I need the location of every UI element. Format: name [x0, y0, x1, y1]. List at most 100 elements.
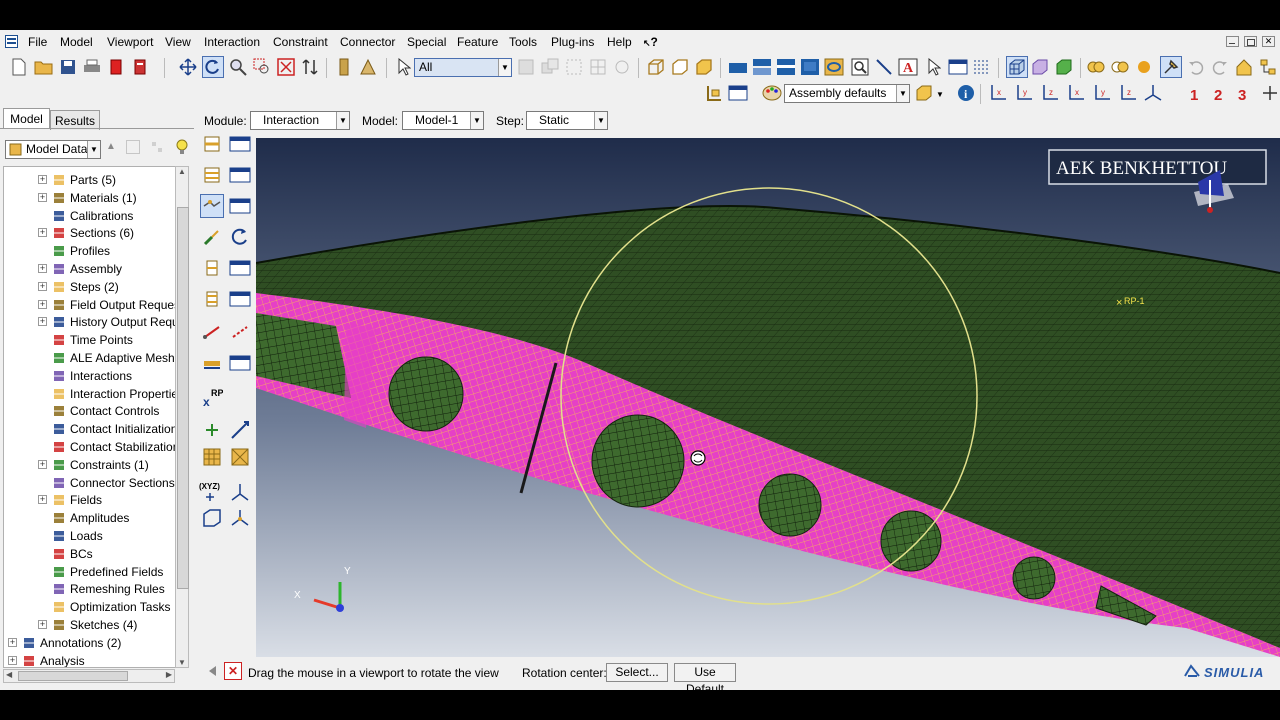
transform-icon[interactable]: [228, 506, 252, 530]
menu-help[interactable]: Help: [607, 35, 632, 49]
csys-triad-icon[interactable]: [228, 480, 252, 504]
connector-section-manager-icon[interactable]: [228, 351, 252, 375]
select-entity-icon[interactable]: [516, 57, 536, 77]
undo-icon[interactable]: [1186, 57, 1206, 77]
step-combo[interactable]: Static ▼: [526, 111, 608, 130]
cancel-icon[interactable]: ✕: [224, 662, 242, 680]
color-code-combo[interactable]: Assembly defaults ▼: [784, 84, 910, 103]
viewport[interactable]: × RP-1 Y X AEK BENKHETTOU: [256, 138, 1280, 657]
use-default-button[interactable]: Use Default: [674, 663, 736, 690]
create-wire-feature-icon[interactable]: [228, 320, 252, 344]
view-yx-icon[interactable]: y: [1014, 83, 1034, 103]
job-submit-icon[interactable]: [106, 57, 126, 77]
view-custom-icon[interactable]: [1260, 83, 1280, 103]
pick-tool-icon[interactable]: [1160, 56, 1182, 78]
select-mesh-icon[interactable]: [588, 57, 608, 77]
expand-icon[interactable]: +: [38, 317, 47, 327]
auto-fit-icon[interactable]: [276, 57, 296, 77]
expand-icon[interactable]: +: [38, 459, 47, 469]
menu-feature[interactable]: Feature: [457, 35, 498, 49]
viewport-canvas[interactable]: × RP-1 Y X AEK BENKHETTOU: [256, 138, 1280, 657]
tree-item[interactable]: Time Points: [4, 331, 176, 349]
create-constraint-icon[interactable]: [200, 256, 224, 280]
tree-item[interactable]: Predefined Fields: [4, 563, 176, 581]
minimize-icon[interactable]: [1226, 36, 1239, 47]
tree-item[interactable]: + Materials (1): [4, 189, 176, 207]
select-drag-icon[interactable]: [612, 57, 632, 77]
tree-item[interactable]: + Constraints (1): [4, 456, 176, 474]
tab-model[interactable]: Model: [3, 108, 50, 128]
restore-icon[interactable]: [1244, 36, 1257, 47]
expand-icon[interactable]: +: [8, 637, 17, 647]
create-contact-initialization-icon[interactable]: [200, 225, 224, 249]
expand-icon[interactable]: +: [38, 299, 47, 309]
interaction-manager-icon[interactable]: [228, 132, 252, 156]
selection-filter-combo[interactable]: All ▼: [414, 58, 512, 77]
create-connector-icon[interactable]: [228, 225, 252, 249]
tree-item[interactable]: Remeshing Rules: [4, 580, 176, 598]
mesh-display-icon[interactable]: [1006, 56, 1028, 78]
tree-vertical-scrollbar[interactable]: ▲ ▼: [175, 166, 189, 668]
tree-item[interactable]: Interaction Properties: [4, 385, 176, 403]
tree-item[interactable]: Connector Sections: [4, 474, 176, 492]
view-zx-icon[interactable]: z: [1040, 83, 1060, 103]
window-icon[interactable]: [5, 35, 18, 48]
view-front-icon[interactable]: [728, 57, 748, 77]
model-combo[interactable]: Model-1 ▼: [402, 111, 484, 130]
menu-interaction[interactable]: Interaction: [204, 35, 260, 49]
tree-expand-icon[interactable]: [150, 140, 164, 154]
select-geometry-icon[interactable]: [540, 57, 560, 77]
create-connector-section-icon[interactable]: [200, 351, 224, 375]
sketch-icon[interactable]: [358, 57, 378, 77]
expand-icon[interactable]: +: [38, 175, 47, 184]
redo-icon[interactable]: [1210, 57, 1230, 77]
open-folder-icon[interactable]: [34, 57, 54, 77]
pointer-icon[interactable]: [924, 57, 944, 77]
table-icon[interactable]: [948, 57, 968, 77]
tree-item[interactable]: Contact Initializations: [4, 420, 176, 438]
view-iso-icon[interactable]: [800, 57, 820, 77]
view-perspective-icon[interactable]: [824, 57, 844, 77]
save-icon[interactable]: [58, 57, 78, 77]
view-xy-icon[interactable]: x: [988, 83, 1008, 103]
tree-item[interactable]: + Sections (6): [4, 224, 176, 242]
view-back-icon[interactable]: [752, 57, 772, 77]
back-arrow-icon[interactable]: [204, 663, 220, 679]
datum-icon[interactable]: [704, 83, 724, 103]
create-interaction-property-icon[interactable]: [200, 163, 224, 187]
view-top-icon[interactable]: [776, 57, 796, 77]
create-wire-icon[interactable]: [200, 320, 224, 344]
create-datum-point-icon[interactable]: [200, 418, 224, 442]
tree-item[interactable]: BCs: [4, 545, 176, 563]
select-button[interactable]: Select...: [606, 663, 668, 682]
create-coupling-icon[interactable]: [200, 287, 224, 311]
info-icon[interactable]: i: [956, 83, 976, 103]
tree-item[interactable]: Interactions: [4, 367, 176, 385]
tree-item[interactable]: + Assembly: [4, 260, 176, 278]
view-1-button[interactable]: 1: [1190, 87, 1198, 104]
csys-xyz-icon[interactable]: (XYZ): [198, 480, 222, 504]
job-write-icon[interactable]: [130, 57, 150, 77]
view-2-button[interactable]: 2: [1214, 87, 1222, 104]
expand-icon[interactable]: +: [38, 281, 47, 291]
expand-icon[interactable]: +: [38, 228, 47, 238]
new-file-icon[interactable]: [9, 57, 29, 77]
menu-connector[interactable]: Connector: [340, 35, 395, 49]
cycle-views-icon[interactable]: [300, 57, 320, 77]
create-interaction-icon[interactable]: [200, 132, 224, 156]
create-datum-axis-icon[interactable]: [228, 418, 252, 442]
grid-icon[interactable]: [972, 57, 992, 77]
tree-item[interactable]: + Field Output Requests: [4, 296, 176, 314]
context-help-icon[interactable]: ↖?: [643, 35, 658, 49]
line-tool-icon[interactable]: [874, 57, 894, 77]
tree-item[interactable]: Profiles: [4, 242, 176, 260]
tab-results[interactable]: Results: [50, 110, 100, 130]
menu-plugins[interactable]: Plug-ins: [551, 35, 594, 49]
tree-item[interactable]: Loads: [4, 527, 176, 545]
boolean-union-icon[interactable]: [1086, 57, 1106, 77]
tree-item[interactable]: Calibrations: [4, 207, 176, 225]
print-icon[interactable]: [82, 57, 102, 77]
constraint-manager-icon[interactable]: [228, 256, 252, 280]
partition-icon[interactable]: [200, 506, 224, 530]
menu-file[interactable]: File: [28, 35, 47, 49]
